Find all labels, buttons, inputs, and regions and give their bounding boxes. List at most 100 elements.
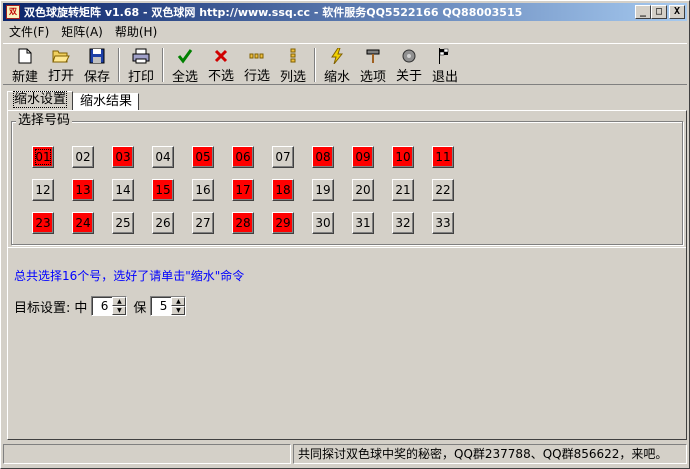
number-button-21[interactable]: 21 — [392, 179, 414, 201]
spin-up-icon[interactable]: ▲ — [112, 297, 127, 306]
exit-label: 退出 — [431, 70, 458, 85]
number-button-25[interactable]: 25 — [112, 212, 134, 234]
status-bar: 共同探讨双色球中奖的秘密，QQ群237788、QQ群856622，来吧。 — [3, 444, 687, 466]
bao-value[interactable]: 5 — [151, 297, 171, 315]
number-button-16[interactable]: 16 — [192, 179, 214, 201]
about-button[interactable]: 关于 — [391, 44, 427, 84]
number-button-17[interactable]: 17 — [232, 179, 254, 201]
status-message: 共同探讨双色球中奖的秘密，QQ群237788、QQ群856622，来吧。 — [293, 444, 687, 464]
select-all-label: 全选 — [171, 70, 198, 85]
select-row-label: 行选 — [243, 69, 270, 84]
number-button-28[interactable]: 28 — [232, 212, 254, 234]
zhong-spinner[interactable]: 6 ▲ ▼ — [91, 296, 128, 316]
number-button-09[interactable]: 09 — [352, 146, 374, 168]
options-label: 选项 — [359, 70, 386, 85]
number-button-05[interactable]: 05 — [192, 146, 214, 168]
printer-icon — [132, 48, 150, 64]
minimize-button[interactable]: _ — [635, 5, 651, 19]
select-col-button[interactable]: 列选 — [275, 44, 311, 85]
title-bar[interactable]: 双 双色球旋转矩阵 v1.68 - 双色球网 http://www.ssq.cc… — [3, 3, 687, 21]
print-button[interactable]: 打印 — [123, 44, 159, 85]
number-button-15[interactable]: 15 — [152, 179, 174, 201]
zhong-spinner-arrows: ▲ ▼ — [112, 297, 127, 315]
number-button-33[interactable]: 33 — [432, 212, 454, 234]
number-button-07[interactable]: 07 — [272, 146, 294, 168]
spin-down-icon[interactable]: ▼ — [112, 306, 127, 315]
select-row-button[interactable]: 行选 — [239, 44, 275, 84]
window-title: 双色球旋转矩阵 v1.68 - 双色球网 http://www.ssq.cc -… — [24, 6, 523, 19]
number-button-08[interactable]: 08 — [312, 146, 334, 168]
spin-up-icon[interactable]: ▲ — [171, 297, 186, 306]
status-left — [3, 444, 291, 464]
number-button-11[interactable]: 11 — [432, 146, 454, 168]
menu-help[interactable]: 帮助(H) — [109, 23, 163, 41]
tab-shrink-results-label: 缩水结果 — [80, 94, 133, 109]
lightning-icon — [328, 48, 346, 64]
open-label: 打开 — [47, 69, 74, 84]
number-grid: 01 02 03 04 05 06 07 08 09 10 11 12 13 14 15 16 17 18 19 20… — [32, 146, 454, 234]
target-label: 目标设置: — [14, 300, 71, 316]
number-button-02[interactable]: 02 — [72, 146, 94, 168]
number-button-01[interactable]: 01 — [32, 146, 54, 168]
exit-button[interactable]: 退出 — [427, 44, 463, 85]
number-button-23[interactable]: 23 — [32, 212, 54, 234]
select-all-button[interactable]: 全选 — [167, 44, 203, 85]
number-select-legend: 选择号码 — [16, 113, 73, 128]
options-button[interactable]: 选项 — [355, 44, 391, 85]
toolbar-separator — [162, 48, 164, 82]
bao-label: 保 — [133, 300, 147, 316]
panel-divider — [8, 247, 686, 248]
red-x-icon — [212, 48, 230, 63]
checkered-flag-icon — [436, 48, 454, 64]
spin-down-icon[interactable]: ▼ — [171, 306, 186, 315]
number-button-22[interactable]: 22 — [432, 179, 454, 201]
close-button[interactable]: X — [669, 5, 685, 19]
number-button-24[interactable]: 24 — [72, 212, 94, 234]
shrink-button[interactable]: 缩水 — [319, 44, 355, 85]
number-button-06[interactable]: 06 — [232, 146, 254, 168]
number-button-20[interactable]: 20 — [352, 179, 374, 201]
tab-shrink-results[interactable]: 缩水结果 — [73, 93, 140, 111]
number-button-32[interactable]: 32 — [392, 212, 414, 234]
app-window: 双 双色球旋转矩阵 v1.68 - 双色球网 http://www.ssq.cc… — [0, 0, 690, 469]
number-button-04[interactable]: 04 — [152, 146, 174, 168]
zhong-value[interactable]: 6 — [92, 297, 112, 315]
save-label: 保存 — [83, 70, 110, 85]
bao-spinner-arrows: ▲ ▼ — [171, 297, 186, 315]
number-button-30[interactable]: 30 — [312, 212, 334, 234]
tab-shrink-settings[interactable]: 缩水设置 — [7, 91, 74, 111]
open-button[interactable]: 打开 — [43, 44, 79, 84]
number-button-13[interactable]: 13 — [72, 179, 94, 201]
selection-info-text: 总共选择16个号，选好了请单击"缩水"命令 — [14, 269, 245, 283]
menu-file[interactable]: 文件(F) — [3, 23, 55, 41]
number-button-12[interactable]: 12 — [32, 179, 54, 201]
select-none-button[interactable]: 不选 — [203, 44, 239, 84]
bao-spinner[interactable]: 5 ▲ ▼ — [150, 296, 187, 316]
hammer-icon — [364, 48, 382, 64]
number-button-19[interactable]: 19 — [312, 179, 334, 201]
number-button-03[interactable]: 03 — [112, 146, 134, 168]
menu-bar: 文件(F) 矩阵(A) 帮助(H) — [3, 23, 163, 41]
new-label: 新建 — [11, 70, 38, 85]
print-label: 打印 — [127, 70, 154, 85]
new-file-icon — [16, 48, 34, 64]
number-button-26[interactable]: 26 — [152, 212, 174, 234]
save-button[interactable]: 保存 — [79, 44, 115, 85]
number-button-10[interactable]: 10 — [392, 146, 414, 168]
menu-matrix[interactable]: 矩阵(A) — [55, 23, 109, 41]
number-button-31[interactable]: 31 — [352, 212, 374, 234]
about-label: 关于 — [395, 69, 422, 84]
zhong-label: 中 — [74, 300, 88, 316]
number-button-14[interactable]: 14 — [112, 179, 134, 201]
settings-panel: 选择号码 01 02 03 04 05 06 07 08 09 10 11 12 13 14 15 16 17 1… — [7, 110, 687, 440]
open-folder-icon — [52, 48, 70, 63]
toolbar: 新建 打开 保存 打印 全选 不选 行选 列选 缩水 选项 关于 退出 — [3, 43, 687, 85]
toolbar-separator — [314, 48, 316, 82]
maximize-button[interactable]: □ — [651, 5, 667, 19]
number-button-18[interactable]: 18 — [272, 179, 294, 201]
new-button[interactable]: 新建 — [7, 44, 43, 85]
tab-shrink-settings-label: 缩水设置 — [12, 91, 68, 108]
number-button-29[interactable]: 29 — [272, 212, 294, 234]
about-globe-icon — [400, 48, 418, 63]
number-button-27[interactable]: 27 — [192, 212, 214, 234]
